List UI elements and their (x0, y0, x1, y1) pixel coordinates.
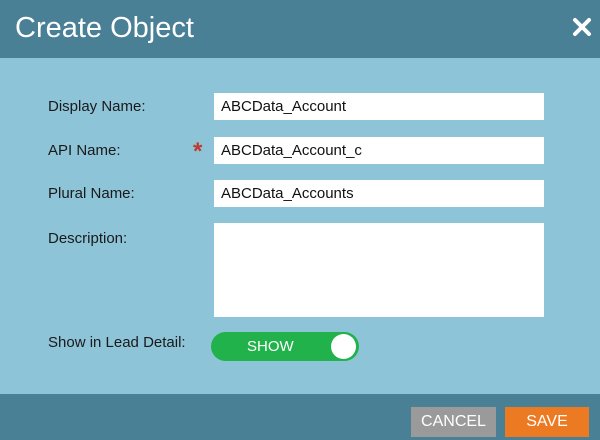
description-field[interactable] (214, 223, 544, 317)
dialog-title: Create Object (15, 12, 194, 44)
dialog-header: Create Object (0, 0, 600, 58)
show-in-lead-detail-toggle[interactable]: SHOW (211, 332, 359, 361)
description-label: Description: (48, 230, 128, 247)
plural-name-field[interactable] (214, 180, 544, 207)
show-in-lead-detail-label: Show in Lead Detail: (48, 334, 186, 351)
cancel-button[interactable]: CANCEL (411, 407, 496, 437)
toggle-label: SHOW (247, 338, 294, 355)
api-name-label: API Name: (48, 142, 121, 159)
save-button[interactable]: SAVE (505, 407, 589, 437)
display-name-label: Display Name: (48, 98, 146, 115)
create-object-dialog: Create Object Display Name: API Name: * … (0, 0, 600, 440)
api-name-field[interactable] (214, 137, 544, 164)
close-icon[interactable] (572, 17, 592, 37)
display-name-field[interactable] (214, 93, 544, 120)
required-marker: * (193, 138, 203, 165)
toggle-knob (331, 334, 356, 359)
plural-name-label: Plural Name: (48, 185, 135, 202)
